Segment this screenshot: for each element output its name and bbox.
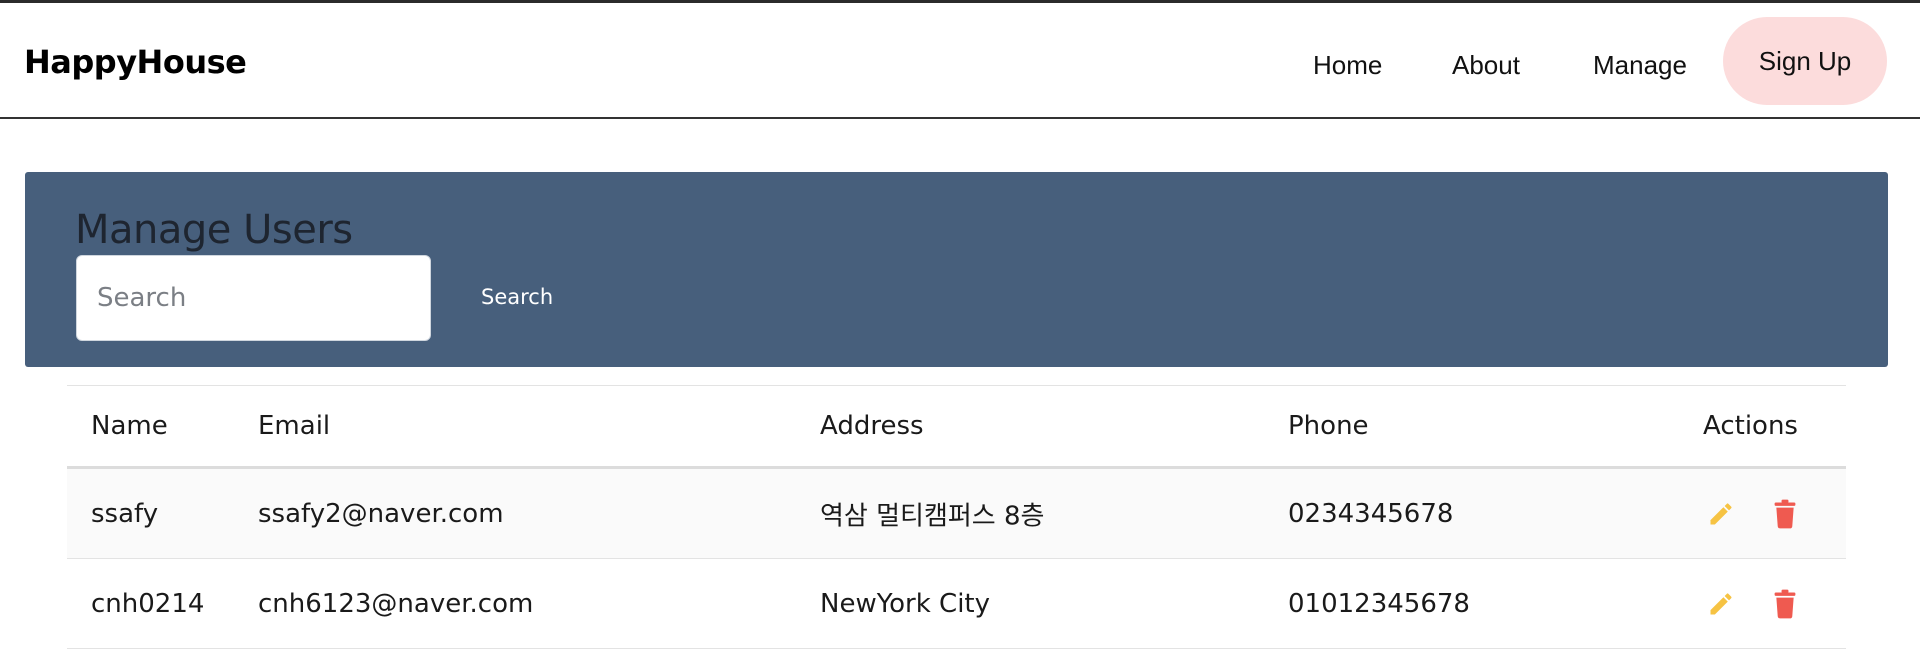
cell-name: ssafy xyxy=(91,498,159,529)
cell-address: NewYork City xyxy=(820,588,991,619)
users-table: Name Email Address Phone Actions ssafy s… xyxy=(67,385,1846,649)
header-phone: Phone xyxy=(1288,411,1369,441)
trash-icon[interactable] xyxy=(1771,499,1799,529)
nav-about-link[interactable]: About xyxy=(1452,50,1520,81)
cell-phone: 01012345678 xyxy=(1288,588,1470,619)
nav-manage-link[interactable]: Manage xyxy=(1593,50,1687,81)
navbar-divider xyxy=(0,117,1920,119)
signup-button[interactable]: Sign Up xyxy=(1723,17,1887,105)
header-name: Name xyxy=(91,411,168,441)
pencil-icon[interactable] xyxy=(1707,589,1735,619)
search-input[interactable] xyxy=(76,255,431,341)
nav-home-link[interactable]: Home xyxy=(1313,50,1382,81)
manage-users-header: Manage Users Search xyxy=(25,172,1888,367)
table-header-row: Name Email Address Phone Actions xyxy=(67,386,1846,469)
header-email: Email xyxy=(258,411,331,441)
row-actions xyxy=(1707,499,1799,529)
cell-email: ssafy2@naver.com xyxy=(258,498,504,529)
search-button[interactable]: Search xyxy=(481,285,553,309)
row-actions xyxy=(1707,589,1799,619)
cell-name: cnh0214 xyxy=(91,588,205,619)
table-row: ssafy ssafy2@naver.com 역삼 멀티캠퍼스 8층 02343… xyxy=(67,469,1846,559)
cell-address: 역삼 멀티캠퍼스 8층 xyxy=(820,501,1045,531)
trash-icon[interactable] xyxy=(1771,589,1799,619)
brand-logo[interactable]: HappyHouse xyxy=(24,43,247,81)
page-title: Manage Users xyxy=(75,207,353,253)
cell-email: cnh6123@naver.com xyxy=(258,588,534,619)
header-address: Address xyxy=(820,411,924,441)
table-row: cnh0214 cnh6123@naver.com NewYork City 0… xyxy=(67,559,1846,649)
navbar: HappyHouse Home About Manage Sign Up xyxy=(0,3,1920,119)
cell-phone: 0234345678 xyxy=(1288,498,1454,529)
pencil-icon[interactable] xyxy=(1707,499,1735,529)
header-actions: Actions xyxy=(1703,411,1798,441)
